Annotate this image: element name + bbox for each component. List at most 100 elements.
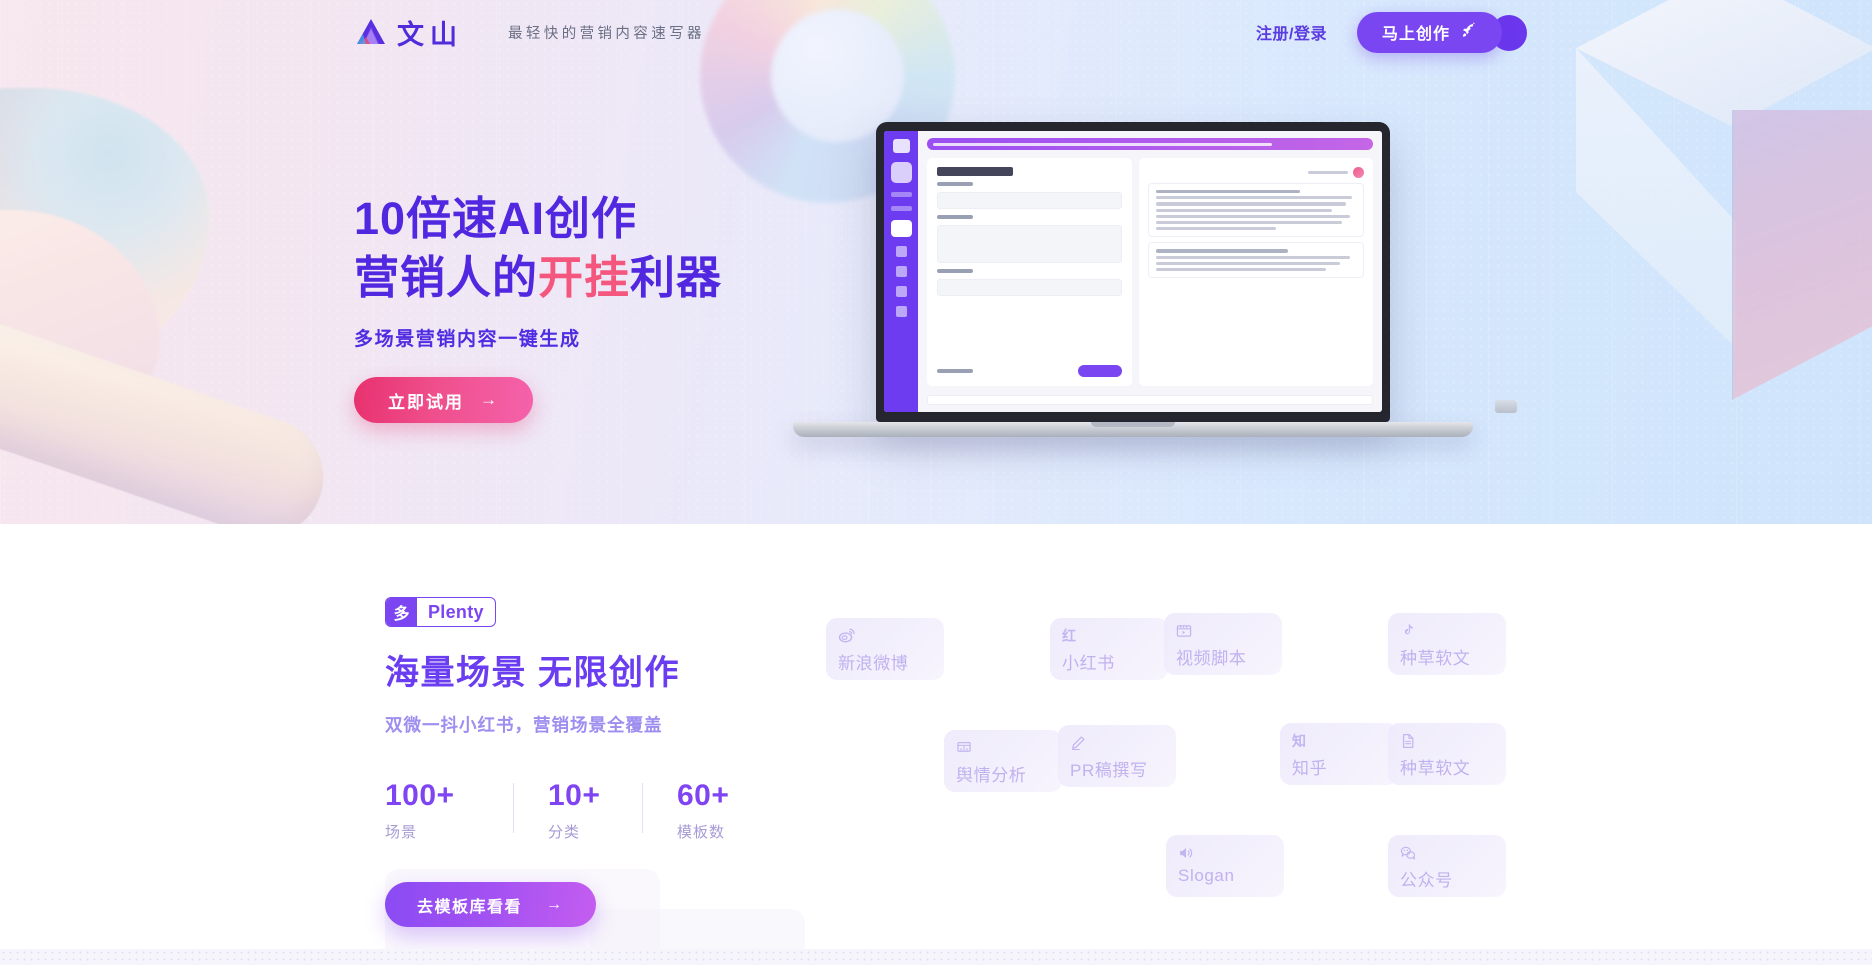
stat-label: 分类 [548, 824, 581, 841]
stat-value: 10+ [548, 779, 601, 812]
mockup-input-field [937, 192, 1122, 209]
brand-name-text: 文山 [397, 19, 463, 50]
cube-right-face [1732, 110, 1872, 400]
scene-card-wechat-official[interactable]: 公众号 [1388, 835, 1506, 897]
mockup-rail-label [890, 192, 912, 197]
scene-card-xiaohongshu[interactable]: 红 小红书 [1050, 618, 1168, 680]
plenty-badge-icon: 多 [386, 598, 417, 626]
brand-tagline: 最轻快的营销内容速写器 [508, 25, 705, 42]
arrow-right-icon: → [480, 390, 499, 409]
xiaohongshu-icon: 红 [1062, 627, 1076, 644]
mockup-banner-text [933, 142, 1272, 146]
mockup-rail-icon [895, 266, 907, 277]
scenes-section-inner: 多 Plenty 海量场景 无限创作 双微一抖小红书，营销场景全覆盖 100+ … [0, 524, 1872, 965]
mountain-logo-icon [354, 17, 388, 47]
scene-label: 种草软文 [1400, 759, 1471, 778]
scene-label: 小红书 [1062, 654, 1115, 673]
mockup-main-area [918, 131, 1382, 412]
scene-label: 视频脚本 [1176, 649, 1247, 668]
go-to-template-library-button[interactable]: 去模板库看看 → [385, 882, 596, 927]
scene-label: Slogan [1178, 866, 1235, 885]
scene-card-weibo[interactable]: 新浪微博 [826, 618, 944, 680]
scene-label: PR稿撰写 [1070, 761, 1148, 780]
scene-card-slogan[interactable]: Slogan [1166, 835, 1284, 897]
scenes-copy-block: 多 Plenty 海量场景 无限创作 双微一抖小红书，营销场景全覆盖 100+ … [385, 597, 771, 927]
create-now-button[interactable]: 马上创作 [1356, 11, 1502, 53]
scene-card-video-script[interactable]: 视频脚本 [1164, 613, 1282, 675]
laptop-product-mockup [793, 122, 1473, 437]
scene-label: 公众号 [1400, 871, 1453, 890]
scenes-heading: 海量场景 无限创作 [385, 654, 680, 692]
mockup-result-card [1148, 183, 1364, 238]
rocket-icon [1461, 21, 1477, 43]
login-register-link[interactable]: 注册/登录 [1256, 20, 1327, 44]
hero-headline-accent: 开挂 [538, 251, 631, 303]
stat-label: 场景 [385, 824, 418, 841]
stat-label: 模板数 [677, 824, 726, 841]
mockup-input-field [937, 279, 1122, 296]
scenes-section: 多 Plenty 海量场景 无限创作 双微一抖小红书，营销场景全覆盖 100+ … [0, 524, 1872, 965]
laptop-notch [1091, 422, 1175, 427]
stat-item: 100+ 场景 [385, 779, 513, 842]
try-now-label: 立即试用 [388, 392, 464, 412]
scene-card-pr-writing[interactable]: PR稿撰写 [1058, 725, 1176, 787]
stat-item: 10+ 分类 [514, 779, 642, 842]
laptop-base [793, 422, 1473, 437]
mockup-rail-label [890, 206, 912, 211]
mockup-rail-feature-icon [890, 162, 912, 183]
template-library-label: 去模板库看看 [417, 898, 523, 916]
section-bottom-strip [0, 949, 1872, 965]
mockup-editor-title [937, 167, 1013, 176]
laptop-screen [884, 131, 1382, 412]
scene-card-seeding-article[interactable]: 种草软文 [1388, 723, 1506, 785]
mockup-field-label [937, 182, 973, 186]
hero-section: 文山 最轻快的营销内容速写器 注册/登录 马上创作 10倍速AI创作 营销人的开… [0, 0, 1872, 524]
mockup-announcement-banner [927, 138, 1373, 150]
mockup-user-avatar [1353, 167, 1364, 178]
wechat-icon [1400, 844, 1506, 861]
mockup-workspace [918, 150, 1382, 395]
arrow-right-icon: → [546, 895, 564, 913]
scene-label: 种草软文 [1400, 649, 1471, 668]
create-now-label: 马上创作 [1381, 26, 1450, 43]
mockup-field-label [937, 369, 973, 373]
stat-value: 100+ [385, 779, 455, 812]
scene-card-sentiment-analysis[interactable]: 舆情分析 [944, 730, 1062, 792]
mockup-preview-panel [1139, 158, 1373, 386]
mockup-editor-footer [937, 365, 1122, 377]
mockup-rail-icon [895, 306, 907, 317]
hero-headline: 10倍速AI创作 营销人的开挂利器 [354, 190, 722, 307]
mockup-result-card [1148, 242, 1364, 279]
mockup-field-label [937, 215, 973, 219]
mockup-field-label [937, 269, 973, 273]
mockup-bottom-toolbar [927, 395, 1373, 405]
zhihu-icon: 知 [1292, 732, 1306, 749]
mockup-rail-active-item [890, 220, 912, 237]
weibo-icon [838, 627, 944, 644]
chart-analysis-icon [956, 739, 1062, 756]
mockup-rail-icon [895, 286, 907, 297]
brand-logo[interactable]: 文山 [354, 13, 463, 52]
douyin-note-icon [1400, 622, 1506, 639]
hero-copy-block: 10倍速AI创作 营销人的开挂利器 多场景营销内容一键生成 立即试用 → [354, 190, 722, 423]
scene-label: 舆情分析 [956, 766, 1027, 785]
stats-row: 100+ 场景 10+ 分类 60+ 模板数 [385, 779, 771, 842]
scene-card-zhihu[interactable]: 知 知乎 [1280, 723, 1398, 785]
top-navigation-bar: 文山 最轻快的营销内容速写器 注册/登录 马上创作 [0, 0, 1872, 64]
hero-subheadline: 多场景营销内容一键生成 [354, 329, 581, 350]
scene-card-douyin-note[interactable]: 种草软文 [1388, 613, 1506, 675]
mockup-generate-button [1078, 365, 1122, 377]
mockup-rail-icon [895, 246, 907, 257]
mockup-textarea-field [937, 225, 1122, 263]
stat-value: 60+ [677, 779, 730, 812]
mockup-header-link [1308, 170, 1348, 175]
laptop-lid [876, 122, 1390, 422]
mockup-rail-logo-icon [892, 139, 910, 153]
hero-headline-line-1: 10倍速AI创作 [354, 193, 638, 244]
mockup-preview-header [1148, 167, 1364, 178]
decorative-chip [1495, 400, 1517, 413]
mockup-sidebar-rail [884, 131, 918, 412]
hero-headline-line-2: 营销人的开挂利器 [354, 249, 722, 308]
try-now-button[interactable]: 立即试用 → [354, 377, 533, 423]
mockup-editor-panel [927, 158, 1132, 386]
